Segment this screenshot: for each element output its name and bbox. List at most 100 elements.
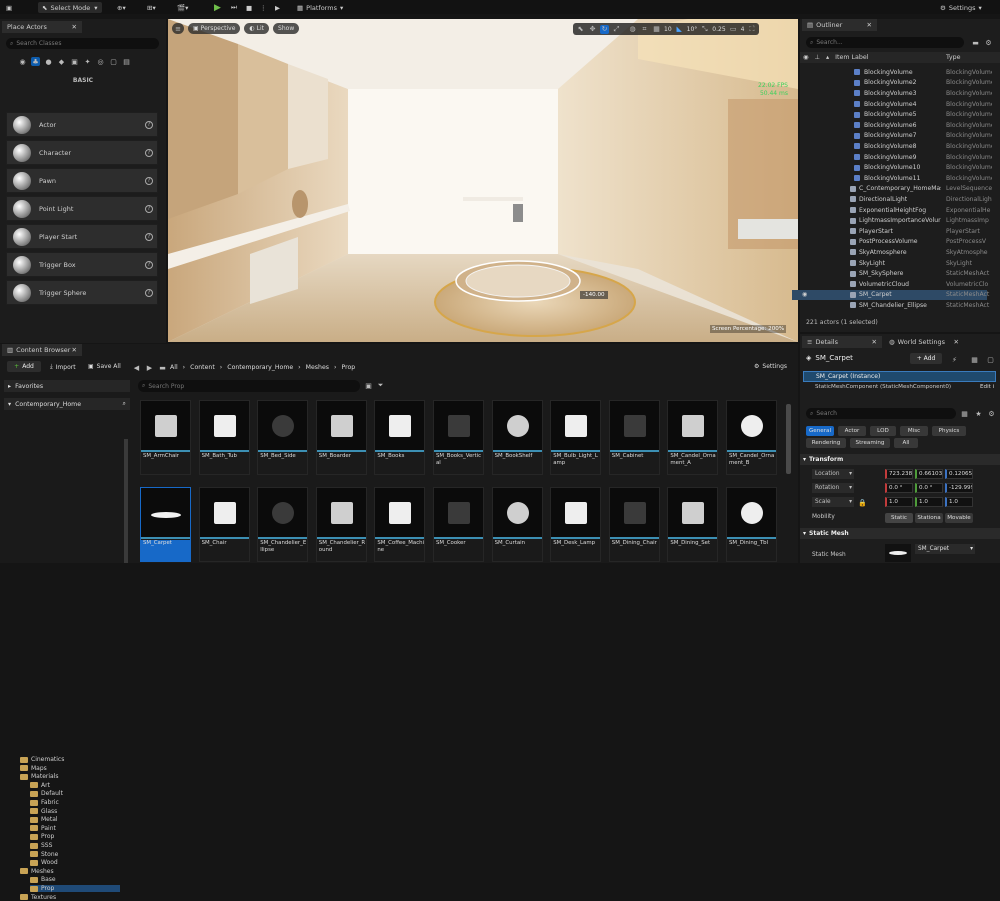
outliner-row[interactable]: BlockingVolume8 BlockingVolume — [800, 141, 992, 152]
actor-item[interactable]: Player Start? — [6, 224, 158, 249]
folder-item[interactable]: Glass — [30, 808, 57, 815]
gear-icon[interactable]: ⚙ — [987, 409, 996, 418]
folder-item[interactable]: Prop — [30, 885, 120, 892]
asset-tile[interactable]: SM_BookShelf — [491, 400, 543, 475]
filter-tab-lod[interactable]: LOD — [870, 426, 896, 436]
actor-item[interactable]: Pawn? — [6, 168, 158, 193]
add-component-button[interactable]: + Add — [910, 353, 942, 364]
outliner-row[interactable]: BlockingVolume BlockingVolume — [800, 67, 992, 78]
folder-item[interactable]: Metal — [30, 816, 58, 823]
asset-tile[interactable]: SM_ArmChair — [140, 400, 191, 475]
outliner-row[interactable]: BlockingVolume10 BlockingVolume — [800, 162, 992, 173]
folder-item[interactable]: Fabric — [30, 799, 59, 806]
asset-tile[interactable]: SM_Chandelier_Ellipse — [257, 487, 309, 562]
tab-world-settings[interactable]: ◍ World Settings ✕ — [884, 336, 964, 348]
asset-tile[interactable]: SM_Curtain — [491, 487, 543, 562]
lit-button[interactable]: ◐ Lit — [244, 23, 270, 34]
filter-tab-streaming[interactable]: Streaming — [850, 438, 890, 448]
geometry-icon[interactable]: ◎ — [96, 57, 105, 66]
folder-item[interactable]: Paint — [30, 825, 56, 832]
lock-icon[interactable]: 🔒 — [858, 498, 867, 507]
shapes-icon[interactable]: ◆ — [57, 57, 66, 66]
column-type[interactable]: Type — [946, 54, 960, 61]
basic-icon[interactable]: ♣ — [31, 57, 40, 66]
help-icon[interactable]: ? — [145, 260, 153, 269]
close-icon[interactable]: ✕ — [72, 23, 77, 31]
camera-speed-icon[interactable]: ▭ — [729, 25, 738, 34]
filter-tab-general[interactable]: General — [806, 426, 834, 436]
outliner-row[interactable]: BlockingVolume6 BlockingVolume — [800, 120, 992, 131]
help-icon[interactable]: ? — [145, 288, 153, 297]
history-forward-icon[interactable]: ▶ — [145, 363, 154, 372]
filter-icon[interactable]: ⏷ — [376, 381, 385, 390]
outliner-row[interactable]: SM_Chandelier_Ellipse StaticMeshAct — [792, 300, 989, 311]
light-icon[interactable]: ● — [44, 57, 53, 66]
save-all-button[interactable]: ▣ Save All — [88, 363, 121, 370]
search-icon[interactable]: ⌕ — [123, 400, 126, 408]
filter-tab-misc[interactable]: Misc — [900, 426, 928, 436]
rotation-z-field[interactable]: -129.999 — [945, 483, 973, 493]
folder-add-icon[interactable]: ▬ — [971, 38, 980, 47]
recent-icon[interactable]: ◉ — [18, 57, 27, 66]
help-icon[interactable]: ? — [145, 148, 153, 157]
actor-item[interactable]: Trigger Sphere? — [6, 280, 158, 305]
scale-x-field[interactable]: 1.0 — [885, 497, 913, 507]
star-icon[interactable]: ★ — [974, 409, 983, 418]
close-icon[interactable]: ✕ — [954, 338, 959, 346]
outliner-row[interactable]: SM_SkySphere StaticMeshAct — [792, 268, 989, 279]
scale-icon[interactable]: ⤢ — [612, 25, 621, 34]
asset-tile[interactable]: SM_Books — [374, 400, 426, 475]
translate-icon[interactable]: ✥ — [588, 25, 597, 34]
folder-item[interactable]: Stone — [30, 851, 58, 858]
grid-view-icon[interactable]: ▦ — [960, 409, 969, 418]
folder-item[interactable]: Base — [30, 876, 56, 883]
asset-tile[interactable]: SM_Bulb_Light_Lamp — [550, 400, 602, 475]
add-content-icon[interactable]: ⊕▾ — [117, 2, 126, 13]
hamburger-menu-icon[interactable]: ≡ — [172, 23, 184, 34]
maximize-icon[interactable]: ⛶ — [747, 25, 756, 34]
mobility-static-button[interactable]: Static — [885, 513, 913, 523]
folder-item[interactable]: Wood — [30, 859, 58, 866]
breadcrumb-item[interactable]: Prop — [341, 364, 355, 371]
filter-tab-physics[interactable]: Physics — [932, 426, 966, 436]
lock-icon[interactable]: ▢ — [986, 355, 995, 364]
folder-item[interactable]: Materials — [20, 773, 59, 780]
blueprint-icon[interactable]: ⚡ — [950, 355, 959, 364]
edit-component-link[interactable]: Edit i — [980, 384, 994, 390]
outliner-row[interactable]: PostProcessVolume PostProcessV — [792, 237, 986, 248]
surface-snap-icon[interactable]: ⌗ — [640, 25, 649, 34]
asset-tile[interactable]: SM_Dining_Tbl — [726, 487, 777, 562]
eye-icon[interactable]: ◉ — [803, 54, 809, 61]
mobility-movable-button[interactable]: Movable — [945, 513, 973, 523]
show-button[interactable]: Show — [273, 23, 300, 34]
rotation-x-field[interactable]: 0.0 ° — [885, 483, 913, 493]
help-icon[interactable]: ? — [145, 204, 153, 213]
rotation-y-field[interactable]: 0.0 ° — [915, 483, 943, 493]
tab-details[interactable]: ≡ Details ✕ — [802, 336, 882, 348]
asset-tile[interactable]: SM_Carpet — [140, 487, 191, 562]
folder-item[interactable]: Meshes — [20, 868, 54, 875]
asset-tile[interactable]: SM_Chandelier_Round — [315, 487, 367, 562]
pin-icon[interactable]: ⊥ — [815, 54, 821, 61]
outliner-row[interactable]: C_Contemporary_HomeMas LevelSequence — [792, 184, 992, 195]
instance-row[interactable]: SM_Carpet (Instance) — [803, 371, 996, 382]
actor-item[interactable]: Character? — [6, 140, 158, 165]
folder-item[interactable]: Maps — [20, 765, 47, 772]
asset-tile[interactable]: SM_Dining_Chair — [608, 487, 660, 562]
level-viewport[interactable]: ≡ ▣ Perspective ◐ Lit Show ⬉ ✥ ↻ ⤢ ◍ ⌗ ▦… — [168, 19, 798, 342]
add-button[interactable]: + Add — [7, 361, 41, 372]
outliner-row[interactable]: BlockingVolume11 BlockingVolume — [800, 173, 992, 184]
folder-item[interactable]: Default — [30, 790, 63, 797]
asset-tile[interactable]: SM_Cooker — [433, 487, 484, 562]
asset-tile[interactable]: SM_Candel_Ornament_B — [726, 400, 777, 475]
location-z-field[interactable]: 0.120651 — [945, 469, 973, 479]
grid-icon[interactable]: ▦ — [970, 355, 979, 364]
breadcrumb-item[interactable]: Meshes — [306, 364, 329, 371]
settings-menu[interactable]: ⚙ Settings ▾ — [940, 2, 982, 13]
asset-tile[interactable]: SM_Desk_Lamp — [550, 487, 602, 562]
world-icon[interactable]: ◍ — [628, 25, 637, 34]
asset-tile[interactable]: SM_Bath_Tub — [198, 400, 250, 475]
rotate-icon[interactable]: ↻ — [600, 24, 609, 34]
asset-tile[interactable]: SM_Boarder — [315, 400, 367, 475]
tab-content-browser[interactable]: ▥ Content Browser ✕ — [2, 344, 82, 356]
